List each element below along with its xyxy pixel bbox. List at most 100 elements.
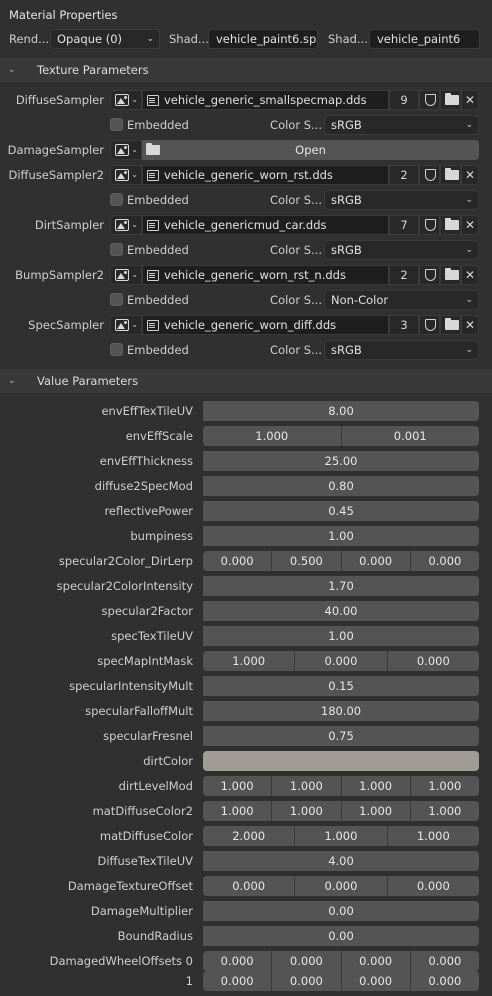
unlink-button[interactable]: ✕ bbox=[461, 215, 479, 235]
open-file-button[interactable] bbox=[440, 165, 461, 185]
value-field[interactable]: 0.000 bbox=[203, 971, 273, 991]
open-file-button[interactable] bbox=[440, 315, 461, 335]
fake-user-button[interactable] bbox=[419, 315, 440, 335]
value-field[interactable]: 0.000 bbox=[272, 971, 342, 991]
color-swatch[interactable] bbox=[203, 751, 479, 771]
value-field[interactable]: 40.00 bbox=[203, 601, 479, 621]
render-dropdown[interactable]: Opaque (0) ⌄ bbox=[50, 29, 160, 49]
folder-icon bbox=[445, 268, 459, 280]
embedded-checkbox[interactable] bbox=[110, 243, 123, 256]
value-field[interactable]: 8.00 bbox=[203, 401, 479, 421]
image-name-field[interactable]: vehicle_generic_worn_diff.dds bbox=[142, 315, 389, 335]
shader-field-1[interactable]: vehicle_paint6.sps bbox=[208, 29, 318, 49]
unlink-button[interactable]: ✕ bbox=[461, 90, 479, 110]
value-field[interactable]: 1.000 bbox=[203, 651, 296, 671]
value-field[interactable]: 1.000 bbox=[341, 801, 411, 821]
value-field[interactable]: 1.000 bbox=[410, 801, 479, 821]
value-field[interactable]: 0.001 bbox=[341, 426, 479, 446]
render-value: Opaque (0) bbox=[57, 32, 123, 46]
value-parameters-header[interactable]: ⌄ Value Parameters bbox=[0, 369, 492, 393]
fake-user-button[interactable] bbox=[419, 215, 440, 235]
value-param-label: envEffScale bbox=[125, 429, 193, 443]
user-count[interactable]: 9 bbox=[389, 90, 419, 110]
value-field[interactable]: 0.000 bbox=[387, 876, 479, 896]
open-file-button[interactable] bbox=[440, 90, 461, 110]
open-file-button[interactable] bbox=[440, 265, 461, 285]
color-space-dropdown[interactable]: sRGB ⌄ bbox=[324, 190, 479, 210]
value-field[interactable]: 0.000 bbox=[410, 951, 479, 971]
image-icon bbox=[115, 144, 129, 156]
image-browse-button[interactable]: ⌄ bbox=[110, 215, 142, 235]
image-browse-button[interactable]: ⌄ bbox=[110, 265, 142, 285]
value-field[interactable]: 0.15 bbox=[203, 676, 479, 696]
value-field[interactable]: 0.00 bbox=[203, 901, 479, 921]
user-count[interactable]: 3 bbox=[389, 315, 419, 335]
value-field[interactable]: 1.00 bbox=[203, 526, 479, 546]
value-field[interactable]: 180.00 bbox=[203, 701, 479, 721]
value-field[interactable]: 0.000 bbox=[272, 951, 342, 971]
value-field[interactable]: 1.000 bbox=[203, 776, 273, 796]
value-field[interactable]: 0.000 bbox=[341, 951, 411, 971]
image-file-icon bbox=[147, 95, 159, 106]
image-browse-button[interactable]: ⌄ bbox=[110, 90, 142, 110]
unlink-button[interactable]: ✕ bbox=[461, 165, 479, 185]
value-field[interactable]: 2.000 bbox=[203, 826, 296, 846]
value-field[interactable]: 0.000 bbox=[203, 951, 273, 971]
user-count[interactable]: 2 bbox=[389, 165, 419, 185]
value-field[interactable]: 0.45 bbox=[203, 501, 479, 521]
value-field[interactable]: 0.80 bbox=[203, 476, 479, 496]
texture-parameters-header[interactable]: ⌄ Texture Parameters bbox=[0, 58, 492, 82]
user-count[interactable]: 7 bbox=[389, 215, 419, 235]
value-field[interactable]: 0.00 bbox=[203, 926, 479, 946]
value-field[interactable]: 0.75 bbox=[203, 726, 479, 746]
embedded-checkbox[interactable] bbox=[110, 293, 123, 306]
image-browse-button[interactable]: ⌄ bbox=[110, 140, 142, 160]
color-space-dropdown[interactable]: Non-Color ⌄ bbox=[324, 290, 479, 310]
image-name-field[interactable]: vehicle_genericmud_car.dds bbox=[142, 215, 389, 235]
unlink-button[interactable]: ✕ bbox=[461, 265, 479, 285]
fake-user-button[interactable] bbox=[419, 90, 440, 110]
value-field[interactable]: 1.000 bbox=[387, 826, 479, 846]
value-field[interactable]: 1.70 bbox=[203, 576, 479, 596]
image-name-field[interactable]: vehicle_generic_worn_rst.dds bbox=[142, 165, 389, 185]
value-field[interactable]: 0.500 bbox=[272, 551, 342, 571]
texture-label: BumpSampler2 bbox=[15, 268, 104, 282]
color-space-dropdown[interactable]: sRGB ⌄ bbox=[324, 115, 479, 135]
value-field[interactable]: 25.00 bbox=[203, 451, 479, 471]
color-space-dropdown[interactable]: sRGB ⌄ bbox=[324, 240, 479, 260]
value-field[interactable]: 0.000 bbox=[387, 651, 479, 671]
image-name-field[interactable]: vehicle_generic_worn_rst_n.dds bbox=[142, 265, 389, 285]
embedded-checkbox[interactable] bbox=[110, 343, 123, 356]
value-field[interactable]: 4.00 bbox=[203, 851, 479, 871]
open-image-button[interactable]: Open bbox=[142, 140, 479, 160]
value-field[interactable]: 1.000 bbox=[410, 776, 479, 796]
image-name-field[interactable]: vehicle_generic_smallspecmap.dds bbox=[142, 90, 389, 110]
value-field[interactable]: 0.000 bbox=[295, 876, 388, 896]
embedded-checkbox[interactable] bbox=[110, 193, 123, 206]
fake-user-button[interactable] bbox=[419, 265, 440, 285]
value-field[interactable]: 0.000 bbox=[203, 876, 296, 896]
value-field[interactable]: 1.000 bbox=[203, 801, 273, 821]
color-space-dropdown[interactable]: sRGB ⌄ bbox=[324, 340, 479, 360]
value-field[interactable]: 0.000 bbox=[203, 551, 273, 571]
value-field[interactable]: 0.000 bbox=[341, 551, 411, 571]
shader-field-2[interactable]: vehicle_paint6 bbox=[369, 29, 480, 49]
value-field[interactable]: 1.000 bbox=[341, 776, 411, 796]
value-field[interactable]: 1.000 bbox=[272, 801, 342, 821]
open-file-button[interactable] bbox=[440, 215, 461, 235]
value-field[interactable]: 0.000 bbox=[410, 971, 479, 991]
embedded-checkbox[interactable] bbox=[110, 118, 123, 131]
unlink-button[interactable]: ✕ bbox=[461, 315, 479, 335]
value-field[interactable]: 1.00 bbox=[203, 626, 479, 646]
value-field[interactable]: 1.000 bbox=[203, 426, 342, 446]
user-count[interactable]: 2 bbox=[389, 265, 419, 285]
fake-user-button[interactable] bbox=[419, 165, 440, 185]
value-field[interactable]: 1.000 bbox=[272, 776, 342, 796]
value-field[interactable]: 0.000 bbox=[341, 971, 411, 991]
value-field[interactable]: 0.000 bbox=[295, 651, 388, 671]
value-field[interactable]: 1.000 bbox=[295, 826, 388, 846]
image-browse-button[interactable]: ⌄ bbox=[110, 315, 142, 335]
value-group: 0.000 0.500 0.000 0.000 bbox=[203, 551, 479, 571]
image-browse-button[interactable]: ⌄ bbox=[110, 165, 142, 185]
value-field[interactable]: 0.000 bbox=[410, 551, 479, 571]
